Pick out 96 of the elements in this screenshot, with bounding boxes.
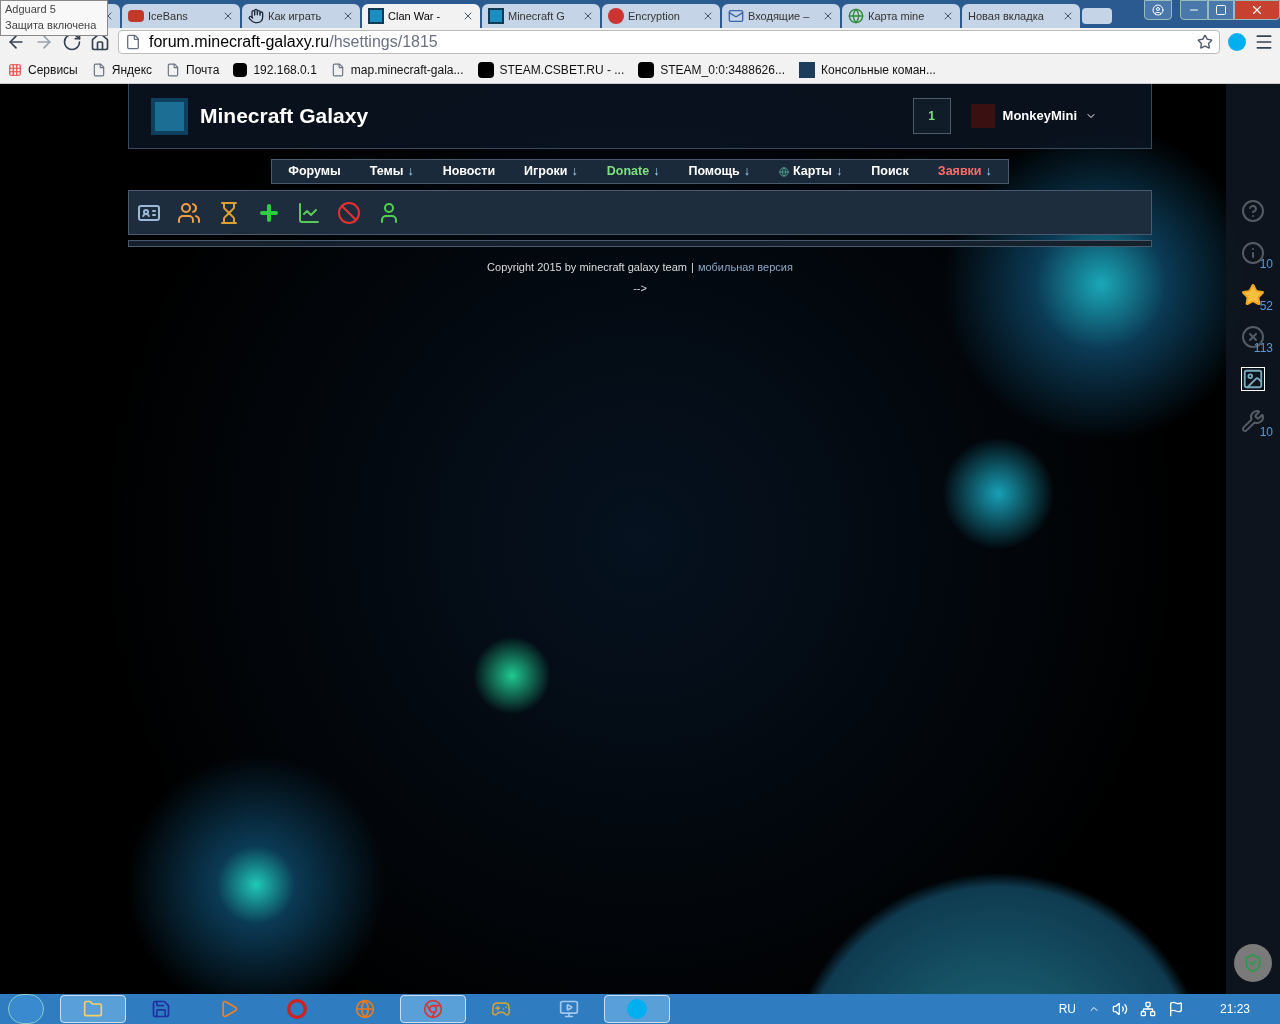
folder-icon bbox=[83, 999, 103, 1019]
address-field[interactable]: forum.minecraft-galaxy.ru/hsettings/1815 bbox=[118, 30, 1220, 54]
mobile-version-link[interactable]: мобильная версия bbox=[697, 259, 793, 276]
image-icon[interactable] bbox=[1241, 367, 1265, 391]
help-icon[interactable] bbox=[1241, 199, 1265, 223]
browser-tab[interactable]: Как играть bbox=[242, 4, 360, 28]
close-button[interactable] bbox=[1234, 0, 1280, 20]
hand-icon bbox=[248, 8, 264, 24]
tooltip-text: Защита включена bbox=[5, 18, 98, 33]
person-icon bbox=[1152, 4, 1164, 16]
start-button[interactable] bbox=[8, 994, 44, 1024]
browser-tab[interactable]: Minecraft G bbox=[482, 4, 600, 28]
taskbar-app[interactable] bbox=[400, 995, 466, 1023]
bookmark[interactable]: STEAM.CSBET.RU - ... bbox=[499, 60, 625, 79]
count-label: 10 bbox=[1259, 256, 1273, 273]
close-tab-icon[interactable] bbox=[462, 10, 474, 22]
avatar bbox=[970, 104, 995, 128]
globe-icon bbox=[848, 8, 864, 24]
globe-icon bbox=[779, 166, 790, 177]
close-tab-icon[interactable] bbox=[342, 10, 354, 22]
volume-icon[interactable] bbox=[1111, 1001, 1128, 1017]
nav-link[interactable]: Donate ↓ bbox=[606, 162, 660, 181]
count-label: 10 bbox=[1259, 424, 1273, 441]
media-icon bbox=[559, 999, 579, 1019]
creeper-icon bbox=[368, 8, 384, 24]
logo-icon bbox=[233, 62, 248, 77]
browser-tab[interactable]: Карта mine bbox=[842, 4, 960, 28]
bookmark[interactable]: map.minecraft-gala... bbox=[350, 60, 464, 79]
bookmark[interactable]: Яндекс bbox=[111, 60, 153, 79]
minimize-button[interactable] bbox=[1180, 0, 1208, 20]
page-icon bbox=[91, 62, 106, 77]
nav-link[interactable]: Карты ↓ bbox=[779, 162, 843, 181]
close-tab-icon[interactable] bbox=[582, 10, 594, 22]
separator: | bbox=[691, 260, 694, 275]
nav-link[interactable]: Игроки ↓ bbox=[524, 162, 578, 181]
logo-icon bbox=[128, 10, 144, 22]
creeper-icon bbox=[488, 8, 504, 24]
creeper-logo-icon bbox=[151, 97, 188, 135]
bookmark-star-icon[interactable] bbox=[1197, 34, 1213, 50]
skype-icon bbox=[627, 999, 647, 1019]
clock[interactable]: 21:23 bbox=[1219, 1000, 1250, 1018]
maximize-button[interactable] bbox=[1208, 0, 1234, 20]
page-icon bbox=[330, 62, 345, 77]
chart-icon[interactable] bbox=[297, 200, 321, 225]
bookmark[interactable]: STEAM_0:0:3488626... bbox=[660, 60, 785, 79]
menu-icon[interactable] bbox=[1254, 32, 1274, 52]
globe-icon bbox=[355, 999, 375, 1019]
browser-tab[interactable]: Новая вкладка bbox=[962, 4, 1080, 28]
nav-link[interactable]: Форумы bbox=[288, 162, 341, 181]
play-icon bbox=[219, 999, 239, 1019]
nav-link[interactable]: Новости bbox=[442, 162, 496, 181]
language-indicator[interactable]: RU bbox=[1058, 1000, 1076, 1018]
chrome-icon bbox=[423, 999, 443, 1019]
apps-icon bbox=[8, 62, 22, 77]
nav-link[interactable]: Помощь ↓ bbox=[688, 162, 751, 181]
browser-tab[interactable]: IceBans bbox=[122, 4, 240, 28]
bookmark[interactable]: Сервисы bbox=[28, 60, 78, 79]
logo-icon bbox=[798, 61, 815, 78]
close-tab-icon[interactable] bbox=[702, 10, 714, 22]
browser-tab[interactable]: Входящие – bbox=[722, 4, 840, 28]
nav-link[interactable]: Поиск bbox=[871, 162, 909, 181]
tooltip-title: Adguard 5 bbox=[5, 2, 57, 17]
copyright-text: Copyright 2015 by minecraft galaxy team bbox=[487, 260, 687, 275]
count-label: 113 bbox=[1253, 340, 1273, 357]
flag-icon[interactable] bbox=[1167, 1001, 1184, 1017]
profile-button[interactable] bbox=[1144, 0, 1172, 20]
page-icon bbox=[125, 34, 141, 50]
close-icon bbox=[1250, 3, 1264, 17]
browser-tab[interactable]: Clan War - bbox=[362, 4, 480, 28]
username[interactable]: MonkeyMini bbox=[1002, 106, 1077, 126]
ban-icon[interactable] bbox=[337, 200, 361, 225]
notification-count[interactable]: 1 bbox=[912, 98, 951, 134]
bookmark[interactable]: 192.168.0.1 bbox=[253, 60, 317, 79]
count-label: 52 bbox=[1259, 298, 1273, 315]
steam-icon bbox=[477, 61, 494, 78]
comment-text: --> bbox=[633, 280, 647, 296]
close-tab-icon[interactable] bbox=[222, 10, 234, 22]
restore-icon bbox=[1215, 4, 1227, 16]
nav-link[interactable]: Заявки ↓ bbox=[937, 162, 992, 181]
close-tab-icon[interactable] bbox=[1062, 10, 1074, 22]
close-tab-icon[interactable] bbox=[942, 10, 954, 22]
page-icon bbox=[166, 62, 181, 77]
nav-link[interactable]: Темы ↓ bbox=[369, 162, 414, 181]
site-title: Minecraft Galaxy bbox=[200, 103, 369, 130]
users-icon[interactable] bbox=[177, 200, 201, 225]
bookmark[interactable]: Почта bbox=[186, 60, 220, 79]
new-tab-button[interactable] bbox=[1082, 8, 1112, 24]
steam-icon bbox=[638, 61, 655, 78]
mail-icon bbox=[728, 8, 744, 24]
close-tab-icon[interactable] bbox=[822, 10, 834, 22]
network-icon[interactable] bbox=[1139, 1001, 1156, 1017]
bookmark[interactable]: Консольные коман... bbox=[820, 60, 936, 79]
gamepad-icon bbox=[491, 999, 511, 1019]
floppy-icon bbox=[151, 999, 171, 1019]
browser-tab[interactable]: Encryption bbox=[602, 4, 720, 28]
ring-icon bbox=[287, 999, 307, 1019]
